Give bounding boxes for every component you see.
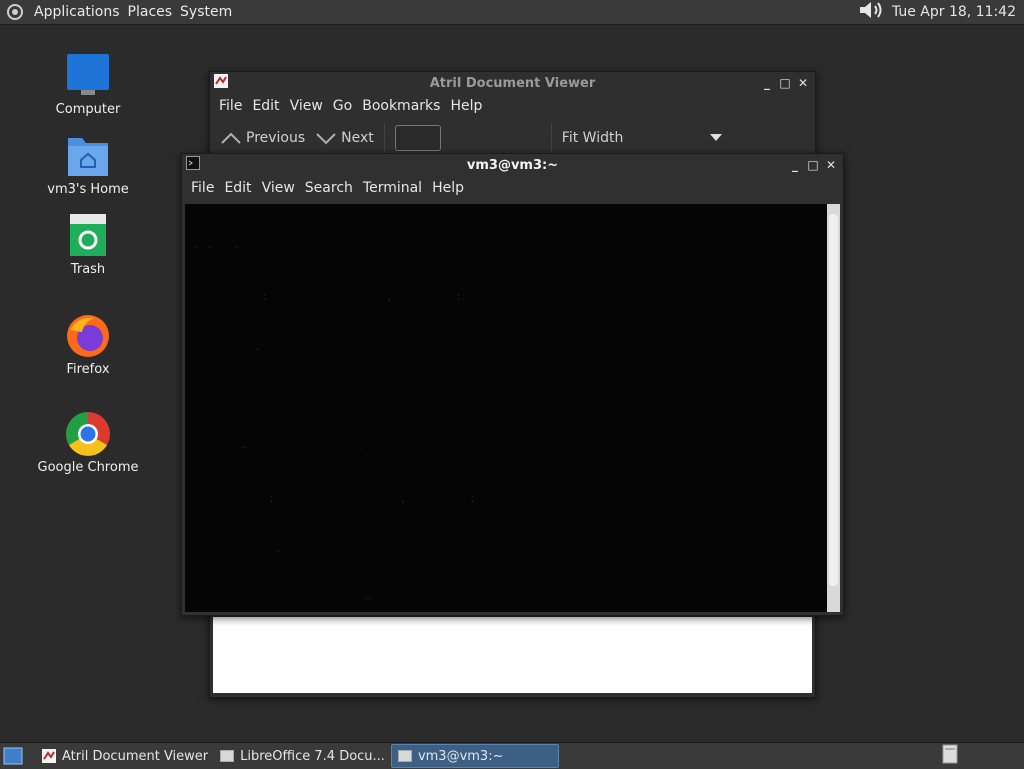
window-task-icon: [397, 750, 412, 762]
desktop-icon-trash[interactable]: Trash: [33, 212, 143, 277]
task-libreoffice[interactable]: LibreOffice 7.4 Docu...: [214, 745, 391, 767]
toolbar-divider: [383, 123, 385, 153]
desktop-icon-label: Trash: [70, 262, 106, 277]
zoom-select[interactable]: Fit Width: [562, 130, 722, 146]
terminal-output[interactable]: - - - : , : . ~ - - : ,: . ~: [185, 204, 827, 612]
chrome-icon: [64, 410, 112, 458]
firefox-icon: [64, 312, 112, 360]
terminal-line: .: [185, 339, 366, 354]
terminal-menu-help[interactable]: Help: [427, 180, 469, 196]
minimize-icon[interactable]: _: [761, 77, 773, 89]
terminal-menu-view[interactable]: View: [257, 180, 300, 196]
atril-menubar: File Edit View Go Bookmarks Help: [210, 94, 815, 118]
show-desktop-icon[interactable]: [2, 745, 24, 767]
atril-menu-file[interactable]: File: [214, 98, 247, 114]
document-page[interactable]: [213, 617, 812, 693]
terminal-titlebar[interactable]: vm3@vm3:~ _ □ ✕: [182, 154, 843, 176]
zoom-value: Fit Width: [561, 130, 624, 146]
terminal-menubar: File Edit View Search Terminal Help: [182, 176, 843, 200]
volume-icon[interactable]: [858, 0, 886, 24]
clock[interactable]: Tue Apr 18, 11:42: [892, 4, 1016, 20]
task-atril[interactable]: Atril Document Viewer: [36, 745, 214, 767]
atril-titlebar[interactable]: Atril Document Viewer _ □ ✕: [210, 72, 815, 94]
terminal-scrollbar[interactable]: [827, 204, 840, 612]
bottom-taskbar: Atril Document Viewer LibreOffice 7.4 Do…: [0, 742, 1024, 769]
workspace-switcher-icon[interactable]: [942, 744, 958, 768]
terminal-window[interactable]: vm3@vm3:~ _ □ ✕ File Edit View Search Te…: [181, 153, 844, 616]
window-task-icon: [220, 750, 235, 762]
maximize-icon[interactable]: □: [807, 159, 819, 171]
task-terminal[interactable]: vm3@vm3:~: [390, 744, 559, 768]
terminal-line: ~: [185, 591, 386, 606]
desktop-icon-computer[interactable]: Computer: [33, 52, 143, 117]
terminal-menu-edit[interactable]: Edit: [219, 180, 256, 196]
close-icon[interactable]: ✕: [825, 159, 837, 171]
desktop-icon-home[interactable]: vm3's Home: [33, 132, 143, 197]
task-label: vm3@vm3:~: [417, 748, 504, 764]
close-icon[interactable]: ✕: [797, 77, 809, 89]
atril-menu-edit[interactable]: Edit: [247, 98, 284, 114]
atril-title: Atril Document Viewer: [429, 75, 596, 91]
atril-menu-view[interactable]: View: [285, 98, 328, 114]
atril-task-icon: [42, 749, 56, 763]
task-label: Atril Document Viewer: [62, 748, 209, 764]
terminal-menu-terminal[interactable]: Terminal: [358, 180, 427, 196]
desktop-icon-chrome[interactable]: Google Chrome: [33, 410, 143, 475]
atril-menu-bookmarks[interactable]: Bookmarks: [357, 98, 445, 114]
chevron-up-icon: [221, 132, 241, 144]
desktop-icon-firefox[interactable]: Firefox: [33, 312, 143, 377]
terminal-app-icon: [186, 156, 200, 174]
next-label: Next: [341, 130, 374, 146]
maximize-icon[interactable]: □: [779, 77, 791, 89]
terminal-line: : , :: [185, 288, 587, 303]
desktop-icon-label: Computer: [55, 102, 121, 117]
atril-menu-go[interactable]: Go: [328, 98, 357, 114]
monitor-icon: [64, 52, 112, 100]
previous-label: Previous: [246, 130, 306, 146]
page-number-input[interactable]: [394, 125, 441, 151]
system-menu[interactable]: System: [176, 4, 236, 20]
trash-icon: [64, 212, 112, 260]
home-folder-icon: [64, 132, 112, 180]
terminal-line: - - -: [185, 238, 296, 253]
applications-menu[interactable]: Applications: [30, 4, 124, 20]
top-panel: Applications Places System Tue Apr 18, 1…: [0, 0, 1024, 25]
next-button[interactable]: Next: [315, 130, 374, 146]
atril-menu-help[interactable]: Help: [445, 98, 487, 114]
toolbar-divider: [550, 123, 552, 153]
terminal-title: vm3@vm3:~: [466, 157, 559, 173]
dropdown-arrow-icon: [709, 134, 722, 141]
terminal-line: ~ - -: [185, 440, 379, 455]
distro-logo-icon[interactable]: [4, 1, 26, 23]
atril-app-icon: [214, 74, 228, 92]
terminal-menu-search[interactable]: Search: [300, 180, 358, 196]
places-menu[interactable]: Places: [124, 4, 177, 20]
desktop-icon-label: Firefox: [66, 362, 110, 377]
desktop-icon-label: Google Chrome: [37, 460, 139, 475]
task-label: LibreOffice 7.4 Docu...: [240, 748, 385, 764]
terminal-line: : , :: [185, 490, 601, 505]
minimize-icon[interactable]: _: [789, 159, 801, 171]
terminal-menu-file[interactable]: File: [186, 180, 219, 196]
scrollbar-thumb[interactable]: [829, 214, 838, 586]
chevron-down-icon: [316, 133, 336, 145]
desktop-icon-label: vm3's Home: [47, 182, 129, 197]
previous-button[interactable]: Previous: [220, 130, 305, 146]
atril-toolbar: Previous Next Fit Width: [210, 118, 815, 158]
terminal-line: .: [185, 540, 386, 555]
